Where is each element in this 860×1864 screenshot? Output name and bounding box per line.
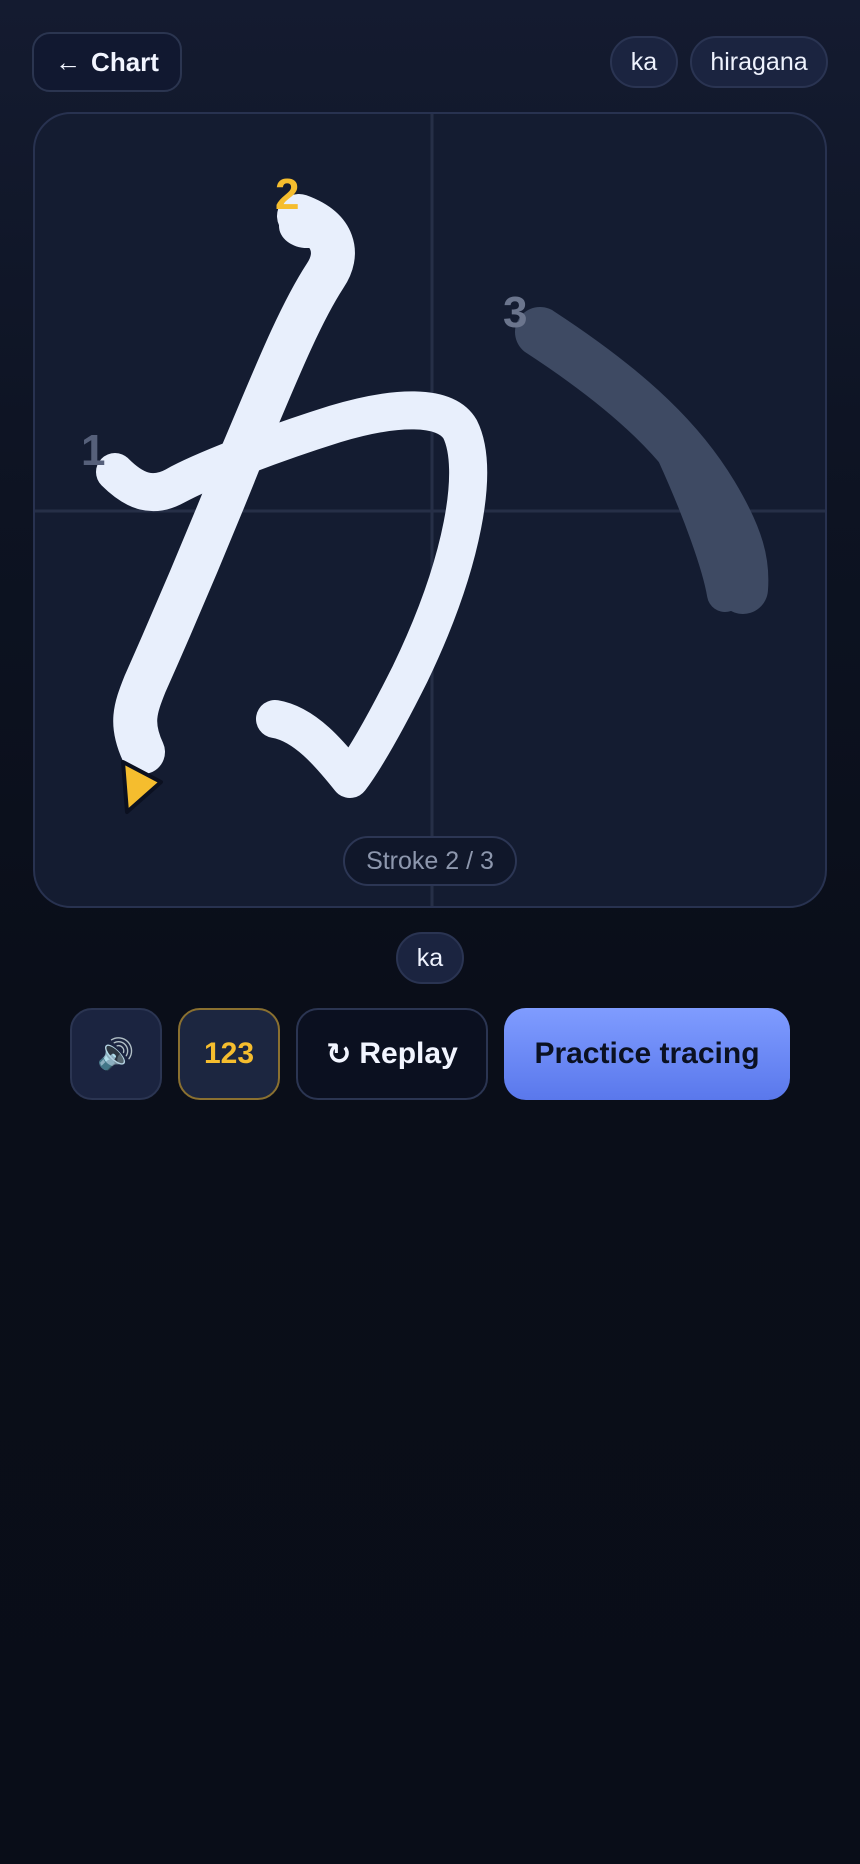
stroke-number-1: 1	[81, 426, 106, 475]
replay-icon: ↻	[326, 1037, 352, 1071]
back-to-chart-button[interactable]: ← Chart	[32, 32, 182, 92]
arrow-left-icon: ←	[55, 46, 82, 77]
script-tag: hiragana	[690, 36, 828, 88]
stroke-canvas[interactable]: 1 2 3 Stroke 2 / 3	[33, 112, 827, 908]
play-sound-button[interactable]: 🔊	[70, 1008, 162, 1100]
stroke-drawing	[35, 114, 825, 906]
stroke-number-2: 2	[275, 170, 300, 219]
replay-button[interactable]: ↻ Replay	[296, 1008, 488, 1100]
kana-stroke-viewer: ← Chart ka hiragana 1 2 3 Stroke 2 / 3 k…	[0, 0, 860, 1864]
romaji-tag: ka	[610, 36, 678, 88]
speaker-icon: 🔊	[97, 1037, 135, 1071]
stroke-number-3: 3	[503, 288, 528, 337]
stroke-progress-badge: Stroke 2 / 3	[343, 836, 517, 886]
back-button-label: Chart	[91, 46, 159, 77]
romaji-label: ka	[396, 932, 464, 984]
toggle-stroke-numbers-button[interactable]: 123	[178, 1008, 280, 1100]
replay-label: Replay	[359, 1037, 458, 1070]
practice-tracing-button[interactable]: Practice tracing	[504, 1008, 790, 1100]
